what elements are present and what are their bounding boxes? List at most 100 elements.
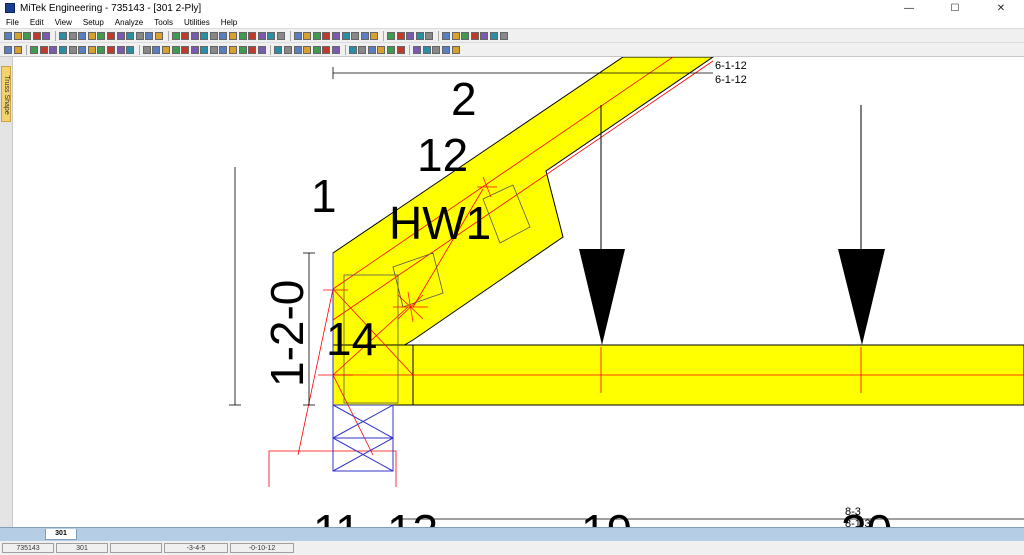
toolbar-tool-icon[interactable] — [267, 31, 276, 40]
toolbar-tool-icon[interactable] — [229, 45, 238, 54]
toolbar-tool-icon[interactable] — [396, 45, 405, 54]
toolbar-tool-icon[interactable] — [116, 31, 125, 40]
menu-view[interactable]: View — [49, 18, 77, 27]
toolbar-tool-icon[interactable] — [135, 31, 144, 40]
toolbar-tool-icon[interactable] — [406, 31, 415, 40]
toolbar-tool-icon[interactable] — [209, 45, 218, 54]
toolbar-tool-icon[interactable] — [219, 31, 228, 40]
toolbar-tool-icon[interactable] — [322, 45, 331, 54]
toolbar-tool-icon[interactable] — [274, 45, 283, 54]
toolbar-tool-icon[interactable] — [171, 45, 180, 54]
truss-drawing[interactable]: 6-1-12 6-1-12 2 12 1 HW1 14 1-2-0 11 13 … — [13, 57, 1024, 527]
toolbar-tool-icon[interactable] — [78, 45, 87, 54]
toolbar-tool-icon[interactable] — [441, 45, 450, 54]
toolbar-tool-icon[interactable] — [425, 31, 434, 40]
toolbar-tool-icon[interactable] — [303, 31, 312, 40]
drawing-canvas[interactable]: 6-1-12 6-1-12 2 12 1 HW1 14 1-2-0 11 13 … — [13, 57, 1024, 527]
toolbar-tool-icon[interactable] — [293, 45, 302, 54]
menu-edit[interactable]: Edit — [24, 18, 49, 27]
toolbar-tool-icon[interactable] — [238, 45, 247, 54]
toolbar-tool-icon[interactable] — [499, 31, 508, 40]
toolbar-tool-icon[interactable] — [451, 45, 460, 54]
toolbar-tool-icon[interactable] — [13, 45, 22, 54]
toolbar-tool-icon[interactable] — [303, 45, 312, 54]
toolbar-tool-icon[interactable] — [219, 45, 228, 54]
toolbar-tool-icon[interactable] — [39, 45, 48, 54]
toolbar-tool-icon[interactable] — [284, 45, 293, 54]
toolbar-tool-icon[interactable] — [386, 45, 395, 54]
minimize-button[interactable]: — — [886, 0, 932, 16]
toolbar-tool-icon[interactable] — [367, 45, 376, 54]
maximize-button[interactable]: ☐ — [932, 0, 978, 16]
toolbar-tool-icon[interactable] — [332, 45, 340, 54]
menu-file[interactable]: File — [0, 18, 24, 27]
toolbar-tool-icon[interactable] — [106, 31, 115, 40]
toolbar-tool-icon[interactable] — [377, 45, 386, 54]
toolbar-tool-icon[interactable] — [209, 31, 218, 40]
toolbar-tool-icon[interactable] — [126, 31, 135, 40]
truss-shape-tab[interactable]: Truss Shape — [1, 66, 11, 122]
toolbar-tool-icon[interactable] — [480, 31, 489, 40]
toolbar-tool-icon[interactable] — [293, 31, 302, 40]
close-button[interactable]: ✕ — [978, 0, 1024, 16]
toolbar-tool-icon[interactable] — [348, 45, 357, 54]
toolbar-tool-icon[interactable] — [190, 45, 199, 54]
toolbar-tool-icon[interactable] — [97, 31, 106, 40]
toolbar-tool-icon[interactable] — [489, 31, 498, 40]
toolbar-tool-icon[interactable] — [341, 31, 350, 40]
toolbar-tool-icon[interactable] — [78, 31, 87, 40]
toolbar-tool-icon[interactable] — [248, 31, 257, 40]
toolbar-tool-icon[interactable] — [277, 31, 286, 40]
toolbar-tool-icon[interactable] — [312, 45, 321, 54]
toolbar-tool-icon[interactable] — [145, 31, 154, 40]
toolbar-tool-icon[interactable] — [87, 45, 96, 54]
toolbar-tool-icon[interactable] — [422, 45, 431, 54]
toolbar-tool-icon[interactable] — [432, 45, 441, 54]
toolbar-tool-icon[interactable] — [312, 31, 321, 40]
toolbar-tool-icon[interactable] — [257, 31, 266, 40]
menu-tools[interactable]: Tools — [148, 18, 178, 27]
toolbar-tool-icon[interactable] — [181, 31, 190, 40]
menu-help[interactable]: Help — [215, 18, 242, 27]
toolbar-tool-icon[interactable] — [190, 31, 199, 40]
toolbar-tool-icon[interactable] — [68, 31, 77, 40]
toolbar-tool-icon[interactable] — [332, 31, 340, 40]
toolbar-tool-icon[interactable] — [351, 31, 360, 40]
toolbar-tool-icon[interactable] — [171, 31, 180, 40]
toolbar-tool-icon[interactable] — [396, 31, 405, 40]
toolbar-tool-icon[interactable] — [23, 31, 32, 40]
toolbar-tool-icon[interactable] — [106, 45, 115, 54]
toolbar-tool-icon[interactable] — [68, 45, 77, 54]
toolbar-tool-icon[interactable] — [97, 45, 106, 54]
menu-setup[interactable]: Setup — [77, 18, 109, 27]
toolbar-tool-icon[interactable] — [461, 31, 470, 40]
menu-analyze[interactable]: Analyze — [109, 18, 148, 27]
toolbar-tool-icon[interactable] — [360, 31, 369, 40]
toolbar-tool-icon[interactable] — [142, 45, 151, 54]
toolbar-tool-icon[interactable] — [32, 31, 41, 40]
toolbar-tool-icon[interactable] — [152, 45, 161, 54]
toolbar-tool-icon[interactable] — [358, 45, 367, 54]
toolbar-tool-icon[interactable] — [87, 31, 96, 40]
toolbar-tool-icon[interactable] — [58, 31, 67, 40]
toolbar-tool-icon[interactable] — [229, 31, 238, 40]
toolbar-tool-icon[interactable] — [126, 45, 135, 54]
toolbar-tool-icon[interactable] — [58, 45, 67, 54]
toolbar-tool-icon[interactable] — [200, 31, 209, 40]
toolbar-tool-icon[interactable] — [154, 31, 163, 40]
menu-utilities[interactable]: Utilities — [178, 18, 215, 27]
toolbar-tool-icon[interactable] — [413, 45, 422, 54]
sheet-tab-301[interactable]: 301 — [45, 529, 77, 540]
toolbar-tool-icon[interactable] — [257, 45, 266, 54]
toolbar-tool-icon[interactable] — [161, 45, 170, 54]
toolbar-tool-icon[interactable] — [4, 45, 12, 54]
toolbar-tool-icon[interactable] — [42, 31, 51, 40]
toolbar-tool-icon[interactable] — [415, 31, 424, 40]
toolbar-tool-icon[interactable] — [181, 45, 190, 54]
toolbar-tool-icon[interactable] — [13, 31, 22, 40]
toolbar-tool-icon[interactable] — [248, 45, 257, 54]
toolbar-tool-icon[interactable] — [451, 31, 460, 40]
toolbar-tool-icon[interactable] — [49, 45, 58, 54]
toolbar-tool-icon[interactable] — [470, 31, 479, 40]
toolbar-tool-icon[interactable] — [441, 31, 450, 40]
